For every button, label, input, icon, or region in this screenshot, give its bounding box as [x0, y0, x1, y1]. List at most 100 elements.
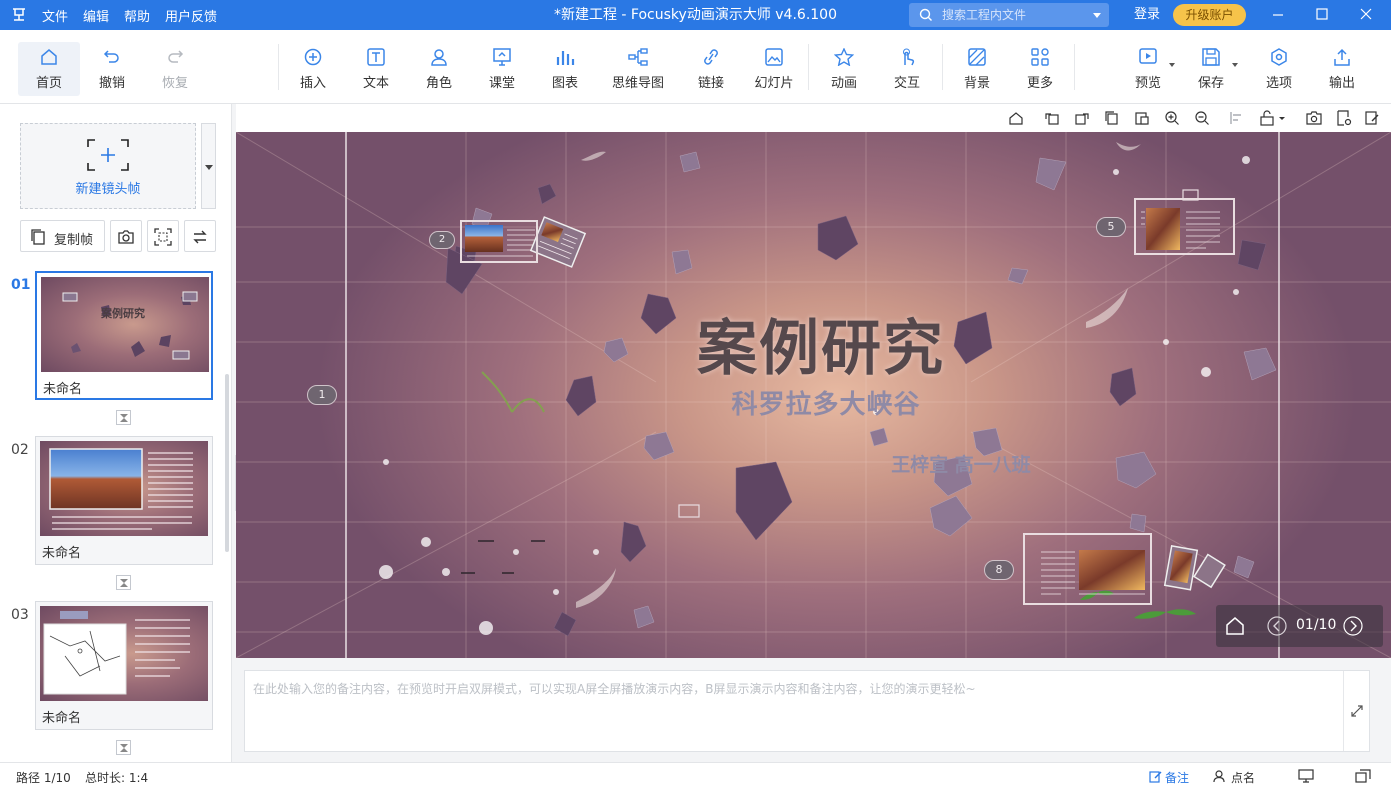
snapshot-button[interactable]: [110, 220, 142, 252]
frame-2-outline[interactable]: [460, 220, 538, 263]
slide-thumbnail-2[interactable]: 未命名: [35, 436, 213, 565]
frame-order-button[interactable]: [184, 220, 216, 252]
fullscreen-icon[interactable]: [1355, 769, 1371, 783]
search-dropdown-icon[interactable]: [1093, 13, 1101, 18]
screenshot-camera-icon[interactable]: [1306, 110, 1322, 126]
more-label: 更多: [1026, 76, 1053, 91]
menu-edit[interactable]: 编辑: [83, 6, 109, 25]
canvas-home-icon[interactable]: [1008, 110, 1024, 126]
save-button[interactable]: 保存: [1180, 42, 1242, 96]
expand-icon: [1351, 705, 1363, 717]
link-button[interactable]: 链接: [680, 42, 742, 96]
transition-icon[interactable]: [116, 410, 131, 425]
settings-doc-icon[interactable]: [1336, 110, 1352, 126]
transition-icon[interactable]: [116, 575, 131, 590]
expand-notes-button[interactable]: [1343, 671, 1370, 751]
path-marker-8[interactable]: 8: [984, 560, 1014, 580]
copy-frame-button[interactable]: 复制帧: [20, 220, 105, 252]
home-icon: [41, 49, 57, 65]
menu-help[interactable]: 帮助: [124, 6, 150, 25]
new-frame-icon: [87, 139, 129, 171]
rollcall-button[interactable]: 点名: [1231, 769, 1255, 786]
more-grid-icon: [1031, 48, 1049, 66]
rollcall-person-icon: [1213, 770, 1225, 783]
more-button[interactable]: 更多: [1009, 42, 1071, 96]
close-icon: [1360, 8, 1372, 20]
camera-icon: [118, 230, 134, 244]
frame-5-outline[interactable]: [1134, 198, 1235, 255]
login-link[interactable]: 登录: [1134, 0, 1160, 30]
background-button[interactable]: 背景: [946, 42, 1008, 96]
home-icon[interactable]: [1224, 615, 1246, 637]
align-icon[interactable]: [1229, 110, 1245, 126]
text-button[interactable]: 文本: [345, 42, 407, 96]
classroom-button[interactable]: 课堂: [471, 42, 533, 96]
copy-icon[interactable]: [1104, 110, 1120, 126]
close-button[interactable]: [1348, 0, 1384, 30]
screen-icon[interactable]: [1298, 769, 1314, 783]
status-bar: 路径 1/10 总时长: 1:4 备注 点名: [0, 762, 1391, 789]
frame-select-button[interactable]: [147, 220, 179, 252]
zoom-in-icon[interactable]: [1164, 110, 1180, 126]
mindmap-label: 思维导图: [611, 76, 664, 91]
upgrade-button[interactable]: 升级账户: [1173, 4, 1246, 26]
mindmap-button[interactable]: 思维导图: [604, 42, 672, 96]
slide-thumbnail-1[interactable]: 案例研究 未命名: [35, 271, 213, 400]
minimize-button[interactable]: [1260, 0, 1296, 30]
home-button[interactable]: 首页: [18, 42, 80, 96]
toolbar-divider: [942, 44, 943, 90]
zoom-out-icon[interactable]: [1194, 110, 1210, 126]
previous-slide-icon[interactable]: [1267, 616, 1287, 636]
slide-subtitle[interactable]: 科罗拉多大峡谷: [706, 384, 946, 421]
new-frame-dropdown[interactable]: [201, 123, 216, 209]
menu-feedback[interactable]: 用户反馈: [165, 6, 217, 25]
search-input[interactable]: 搜索工程内文件: [909, 3, 1109, 27]
slide-counter: 01/10: [1296, 617, 1337, 633]
preview-dropdown-icon[interactable]: [1169, 63, 1175, 67]
link-icon: [704, 49, 718, 65]
chart-button[interactable]: 图表: [534, 42, 596, 96]
path-marker-5[interactable]: 5: [1096, 217, 1126, 237]
presentation-canvas[interactable]: 1 2 5 8 案例研究 科罗拉多大峡谷 王梓宣 高一八班 01/10: [236, 132, 1391, 658]
transition-icon[interactable]: [116, 740, 131, 755]
animation-button[interactable]: 动画: [813, 42, 875, 96]
maximize-button[interactable]: [1304, 0, 1340, 30]
redo-button[interactable]: 恢复: [144, 42, 206, 96]
slide-title[interactable]: 案例研究: [686, 300, 956, 387]
frame-select-icon: [154, 228, 172, 246]
notes-toggle[interactable]: 备注: [1165, 769, 1189, 786]
undo-button[interactable]: 撤销: [81, 42, 143, 96]
slide-thumbnail-3[interactable]: 未命名: [35, 601, 213, 730]
insert-button[interactable]: 插入: [282, 42, 344, 96]
lock-dropdown-icon[interactable]: [1259, 110, 1289, 126]
preview-label: 预览: [1134, 76, 1161, 91]
notes-input[interactable]: 在此处输入您的备注内容，在预览时开启双屏模式，可以实现A屏全屏播放演示内容，B屏…: [244, 670, 1370, 752]
role-button[interactable]: 角色: [408, 42, 470, 96]
interact-button[interactable]: 交互: [876, 42, 938, 96]
new-frame-button[interactable]: 新建镜头帧: [20, 123, 196, 209]
slide-preview: [40, 441, 208, 536]
preview-button[interactable]: 预览: [1117, 42, 1179, 96]
next-slide-icon[interactable]: [1343, 616, 1363, 636]
slide-author[interactable]: 王梓宣 高一八班: [876, 450, 1046, 477]
options-button[interactable]: 选项: [1248, 42, 1310, 96]
frame-8-outline[interactable]: [1023, 533, 1152, 605]
redo-icon: [168, 50, 184, 63]
paste-icon[interactable]: [1134, 110, 1150, 126]
edit-doc-icon[interactable]: [1364, 110, 1380, 126]
path-marker-1[interactable]: 1: [307, 385, 337, 405]
link-label: 链接: [697, 76, 724, 91]
path-marker-2[interactable]: 2: [429, 231, 455, 249]
export-upload-icon: [1334, 48, 1350, 66]
toolbar-divider: [278, 44, 279, 90]
rotate-left-icon[interactable]: [1044, 110, 1060, 126]
save-dropdown-icon[interactable]: [1232, 63, 1238, 67]
duration-status: 总时长: 1:4: [85, 771, 149, 785]
menu-file[interactable]: 文件: [42, 6, 68, 25]
export-button[interactable]: 输出: [1311, 42, 1373, 96]
slideshow-button[interactable]: 幻灯片: [743, 42, 805, 96]
notes-edit-icon: [1149, 771, 1162, 783]
rotate-right-icon[interactable]: [1074, 110, 1090, 126]
slide-name: 未命名: [42, 711, 82, 726]
left-panel-scrollbar[interactable]: [225, 374, 229, 552]
